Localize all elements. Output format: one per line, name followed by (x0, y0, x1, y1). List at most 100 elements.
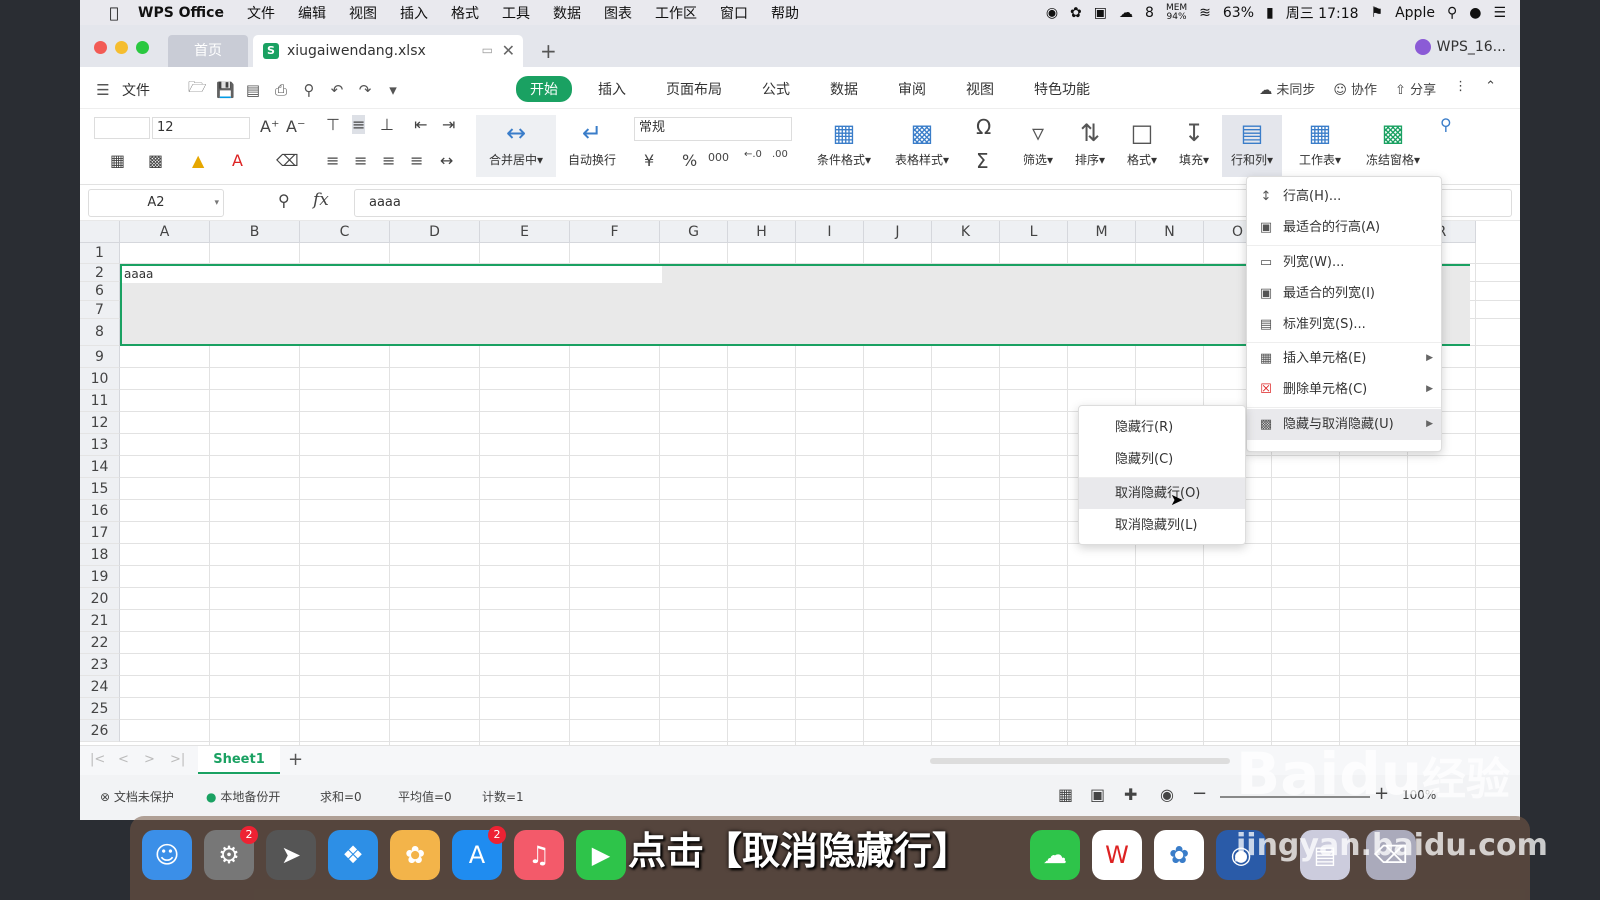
column-header-h[interactable]: H (728, 221, 796, 243)
percent-icon[interactable]: % (682, 151, 697, 170)
row-header-15[interactable]: 15 (80, 478, 120, 500)
number-format-select[interactable]: 常规 (634, 117, 792, 141)
font-name-select[interactable] (94, 117, 150, 139)
tab-data[interactable]: 数据 (816, 76, 872, 102)
close-window-button[interactable] (94, 41, 107, 54)
cell-style-icon[interactable]: ▩ (148, 151, 163, 170)
mac-menu-insert[interactable]: 插入 (400, 3, 428, 23)
column-header-g[interactable]: G (660, 221, 728, 243)
mac-menu-data[interactable]: 数据 (553, 3, 581, 23)
mac-menu-help[interactable]: 帮助 (771, 3, 799, 23)
table-style-button[interactable]: ▩ 表格样式▾ (888, 115, 956, 168)
mac-menu-workspace[interactable]: 工作区 (655, 3, 697, 23)
tab-review[interactable]: 审阅 (884, 76, 940, 102)
menu-hide-unhide[interactable]: ▩ 隐藏与取消隐藏(U) ▶ (1247, 409, 1441, 440)
font-color-icon[interactable]: A (232, 151, 243, 170)
reading-mode-icon[interactable]: ✚ (1124, 785, 1137, 804)
app-store-icon[interactable]: A2 (452, 826, 506, 880)
mac-menu-tools[interactable]: 工具 (502, 3, 530, 23)
row-header-21[interactable]: 21 (80, 610, 120, 632)
print-preview-icon[interactable]: ⚲ (300, 81, 318, 99)
clear-format-icon[interactable]: ⌫ (276, 151, 299, 170)
export-pdf-icon[interactable]: ▤ (244, 81, 262, 99)
menu-unhide-columns[interactable]: 取消隐藏列(L) (1079, 510, 1245, 541)
border-icon[interactable]: ▦ (110, 151, 125, 170)
column-header-j[interactable]: J (864, 221, 932, 243)
wps-icon[interactable]: W (1092, 830, 1142, 880)
find-icon[interactable]: ⚲ (1440, 115, 1452, 134)
apple-logo-icon[interactable]:  (102, 4, 126, 22)
row-header-11[interactable]: 11 (80, 390, 120, 412)
menu-unhide-rows[interactable]: 取消隐藏行(O) (1079, 478, 1245, 509)
row-header-14[interactable]: 14 (80, 456, 120, 478)
worksheet-button[interactable]: ▦ 工作表▾ (1292, 115, 1348, 168)
select-all-corner[interactable] (80, 221, 120, 243)
spotlight-search-icon[interactable]: ⚲ (1447, 5, 1457, 21)
doc-protect-status[interactable]: ⊗ 文档未保护 (100, 788, 174, 805)
tab-page-layout[interactable]: 页面布局 (652, 76, 736, 102)
distribute-icon[interactable]: ↔ (440, 151, 453, 170)
app-name[interactable]: WPS Office (138, 5, 224, 21)
eye-protection-icon[interactable]: ◉ (1160, 785, 1174, 804)
fill-color-icon[interactable]: ▲ (192, 151, 204, 170)
redo-icon[interactable]: ↷ (356, 81, 374, 99)
align-middle-icon[interactable]: ≡ (352, 115, 366, 134)
collaborate-button[interactable]: ☺ 协作 (1333, 79, 1377, 98)
column-header-c[interactable]: C (300, 221, 390, 243)
hamburger-icon[interactable]: ☰ (94, 81, 112, 99)
row-header-6[interactable]: 6 (80, 282, 120, 301)
increase-font-icon[interactable]: A⁺ (260, 117, 279, 136)
wrap-text-button[interactable]: ↵ 自动换行 (564, 115, 620, 168)
indent-icon[interactable]: ⇥ (442, 115, 455, 134)
user-menu[interactable]: Apple (1395, 5, 1435, 21)
name-box-dropdown-icon[interactable]: ▾ (214, 190, 219, 216)
row-header-18[interactable]: 18 (80, 544, 120, 566)
music-icon[interactable]: ♫ (514, 830, 564, 880)
page-break-view-icon[interactable]: ▣ (1090, 785, 1105, 804)
wechat-tray-icon[interactable]: ☁ (1119, 5, 1133, 21)
thousands-icon[interactable]: 000 (708, 151, 729, 164)
share-button[interactable]: ⇧ 分享 (1395, 79, 1436, 98)
system-settings-icon[interactable]: ⚙ 2 (204, 826, 258, 880)
photos-icon[interactable]: ✿ (390, 830, 440, 880)
float-window-icon[interactable]: ▭ (482, 43, 493, 57)
decrease-decimal-icon[interactable]: .00 (772, 149, 788, 160)
cell-a2[interactable]: aaaa (122, 266, 662, 283)
save-icon[interactable]: 💾 (216, 81, 235, 99)
menu-column-width[interactable]: ▭ 列宽(W)... (1247, 247, 1441, 278)
first-sheet-icon[interactable]: |< (90, 752, 105, 767)
insert-function-icon[interactable]: fx (313, 190, 329, 210)
tab-view[interactable]: 视图 (952, 76, 1008, 102)
zoom-formula-icon[interactable]: ⚲ (278, 191, 290, 210)
add-sheet-button[interactable]: + (288, 749, 303, 770)
tab-special[interactable]: 特色功能 (1020, 76, 1104, 102)
mac-menu-view[interactable]: 视图 (349, 3, 377, 23)
zoom-out-icon[interactable]: − (1192, 783, 1207, 804)
column-header-d[interactable]: D (390, 221, 480, 243)
align-top-icon[interactable]: ⊤ (326, 115, 340, 134)
row-header-25[interactable]: 25 (80, 698, 120, 720)
open-icon[interactable]: 🗁 (188, 77, 207, 102)
align-right-icon[interactable]: ≡ (382, 151, 395, 170)
horizontal-scrollbar[interactable] (930, 758, 1230, 764)
name-box[interactable]: A2 ▾ (88, 189, 224, 217)
tab-insert[interactable]: 插入 (584, 76, 640, 102)
menu-delete-cells[interactable]: ☒ 删除单元格(C) ▶ (1247, 374, 1441, 405)
safari-icon[interactable]: ❖ (328, 830, 378, 880)
fill-button[interactable]: ↧ 填充▾ (1172, 115, 1216, 168)
close-tab-icon[interactable]: ✕ (502, 41, 515, 60)
filter-button[interactable]: ▿ 筛选▾ (1016, 115, 1060, 168)
tab-start[interactable]: 开始 (516, 76, 572, 102)
symbol-icon[interactable]: Ω (976, 115, 991, 139)
column-header-b[interactable]: B (210, 221, 300, 243)
column-header-i[interactable]: I (796, 221, 864, 243)
column-header-f[interactable]: F (570, 221, 660, 243)
menu-row-height[interactable]: ↕ 行高(H)... (1247, 181, 1441, 212)
more-icon[interactable]: ⋮ (1454, 79, 1467, 98)
customize-dropdown-icon[interactable]: ▾ (384, 81, 402, 99)
record-icon[interactable]: ◉ (1046, 5, 1058, 21)
row-header-12[interactable]: 12 (80, 412, 120, 434)
next-sheet-icon[interactable]: > (144, 752, 155, 767)
sum-icon[interactable]: Σ (976, 149, 989, 173)
row-header-22[interactable]: 22 (80, 632, 120, 654)
